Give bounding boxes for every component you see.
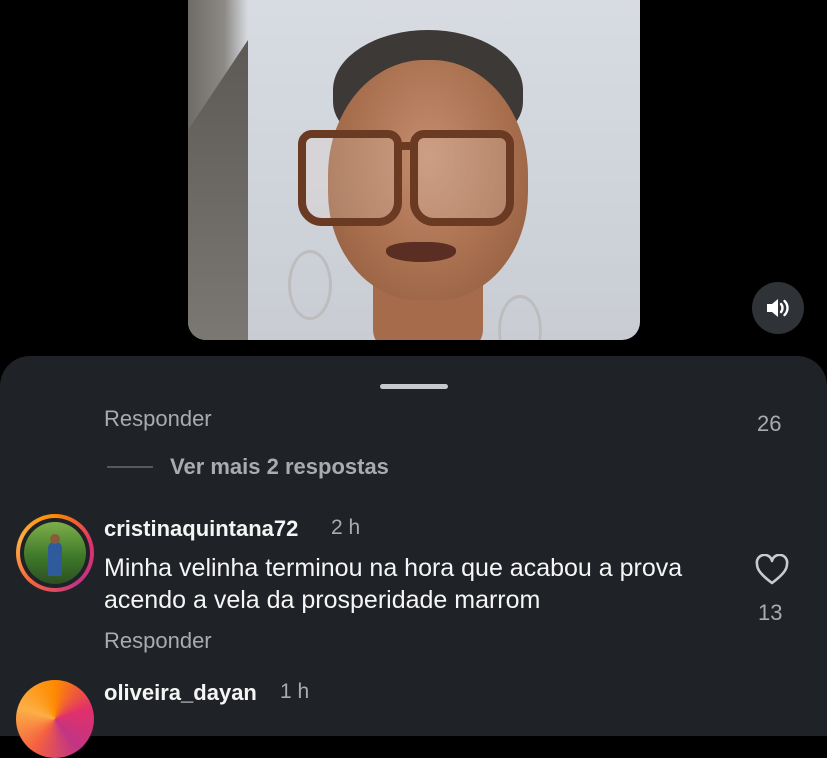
comment-timestamp: 2 h bbox=[331, 516, 361, 539]
sound-toggle-button[interactable] bbox=[752, 282, 804, 334]
sheet-drag-handle[interactable] bbox=[380, 384, 448, 389]
avatar[interactable] bbox=[16, 514, 94, 592]
view-more-replies-button[interactable]: Ver mais 2 respostas bbox=[170, 454, 389, 480]
view-more-divider bbox=[107, 466, 153, 468]
comment-timestamp: 1 h bbox=[280, 680, 310, 703]
heart-outline-icon[interactable] bbox=[754, 554, 790, 586]
comments-sheet: Responder 26 Ver mais 2 respostas cristi… bbox=[0, 356, 827, 758]
comment-like-count: 13 bbox=[758, 600, 783, 625]
comment-text: Minha velinha terminou na hora que acabo… bbox=[104, 554, 683, 614]
video-player[interactable] bbox=[188, 0, 640, 340]
comment-username[interactable]: cristinaquintana72 bbox=[104, 516, 298, 542]
avatar-image bbox=[24, 522, 86, 584]
speaker-volume-icon bbox=[767, 299, 789, 317]
previous-like-count: 26 bbox=[757, 411, 782, 436]
video-subject bbox=[278, 20, 578, 340]
reply-button[interactable]: Responder bbox=[104, 628, 212, 654]
comment-username[interactable]: oliveira_dayan bbox=[104, 680, 257, 706]
previous-reply-button[interactable]: Responder bbox=[104, 410, 212, 432]
